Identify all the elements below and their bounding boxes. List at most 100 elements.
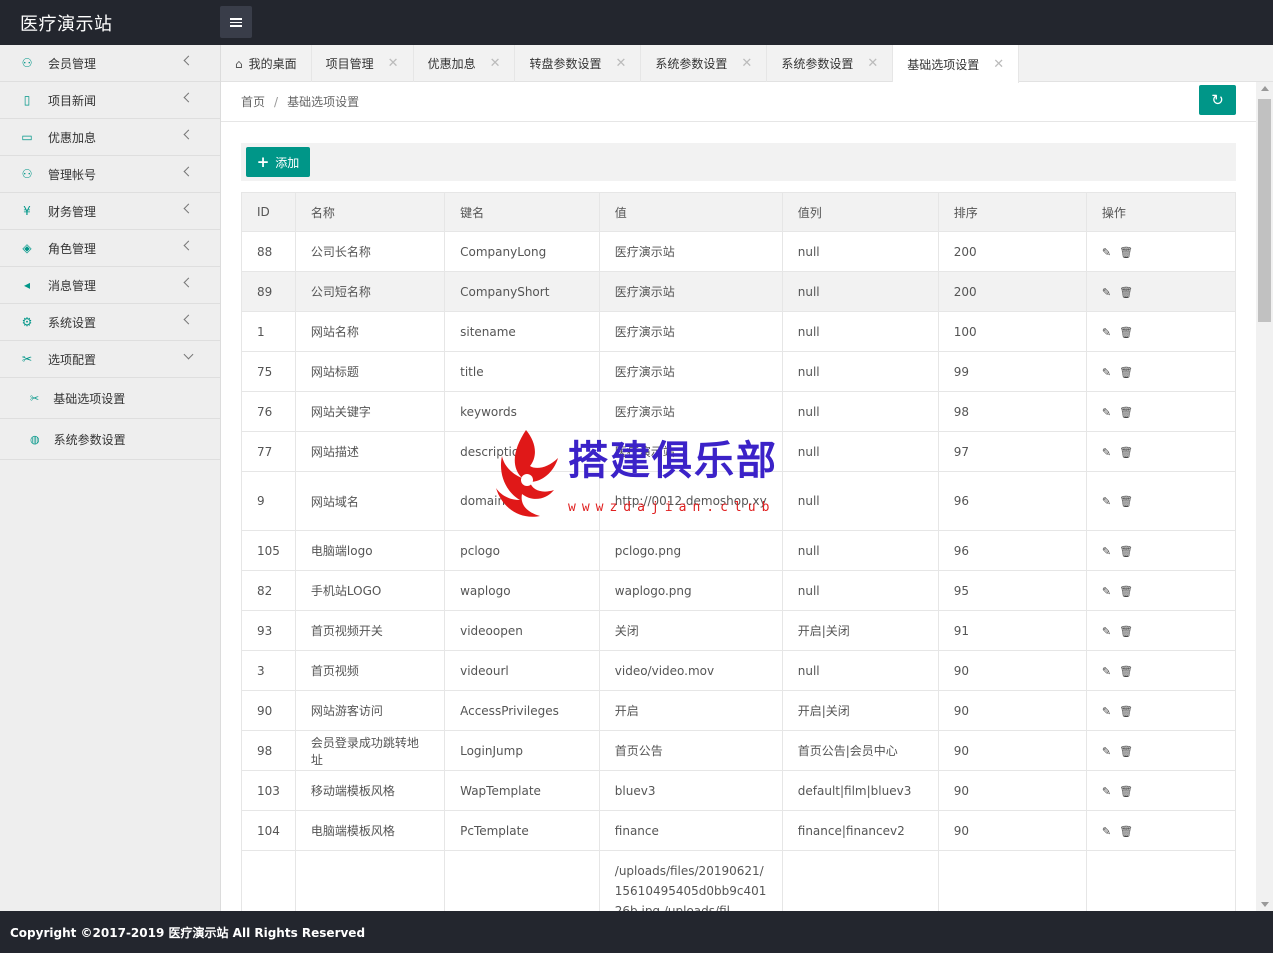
table-cell: 网站描述 <box>294 431 446 472</box>
sidebar-subitem-basic-options[interactable]: ✂ 基础选项设置 <box>0 378 220 419</box>
sidebar-subitem-system-params[interactable]: ◍ 系统参数设置 <box>0 419 220 460</box>
sidebar-item-news[interactable]: ▯ 项目新闻 <box>0 82 220 119</box>
delete-icon[interactable]: 🗑 <box>1119 585 1133 598</box>
add-button[interactable]: + 添加 <box>246 147 310 177</box>
globe-icon: ◍ <box>30 432 40 446</box>
table-cell: 82 <box>241 570 296 611</box>
edit-icon[interactable]: ✎ <box>1102 326 1111 339</box>
refresh-button[interactable]: ↻ <box>1199 85 1236 115</box>
sidebar-item-label: 优惠加息 <box>48 130 97 145</box>
table-cell: null <box>781 351 939 392</box>
table-cell: 开启 <box>598 690 783 731</box>
table-cell: waplogo <box>444 570 600 611</box>
delete-icon[interactable]: 🗑 <box>1119 326 1133 339</box>
edit-icon[interactable]: ✎ <box>1102 625 1111 638</box>
column-header: ID <box>241 192 296 232</box>
tab-basic-options[interactable]: 基础选项设置 ✕ <box>893 45 1020 83</box>
sidebar-item-accounts[interactable]: ⚇ 管理帐号 <box>0 156 220 193</box>
tab-system-params-1[interactable]: 系统参数设置 ✕ <box>641 45 768 82</box>
delete-icon[interactable]: 🗑 <box>1119 545 1133 558</box>
delete-icon[interactable]: 🗑 <box>1119 406 1133 419</box>
delete-icon[interactable]: 🗑 <box>1119 785 1133 798</box>
table-cell: 公司短名称 <box>294 271 446 312</box>
table-cell: 医疗演示站 <box>598 311 783 352</box>
table-cell: sitename <box>444 311 600 352</box>
sidebar-item-member[interactable]: ⚇ 会员管理 <box>0 45 220 82</box>
edit-icon[interactable]: ✎ <box>1102 495 1111 508</box>
tab-discount[interactable]: 优惠加息 ✕ <box>414 45 516 82</box>
sidebar-item-system[interactable]: ⚙ 系统设置 <box>0 304 220 341</box>
table-cell: null <box>781 231 939 272</box>
tab-desktop[interactable]: ⌂ 我的桌面 <box>221 45 312 82</box>
edit-icon[interactable]: ✎ <box>1102 585 1111 598</box>
tab-wheel-params[interactable]: 转盘参数设置 ✕ <box>515 45 642 82</box>
delete-icon[interactable]: 🗑 <box>1119 366 1133 379</box>
edit-icon[interactable]: ✎ <box>1102 406 1111 419</box>
sidebar-item-label: 系统设置 <box>48 315 97 330</box>
edit-icon[interactable]: ✎ <box>1102 745 1111 758</box>
delete-icon[interactable]: 🗑 <box>1119 705 1133 718</box>
close-icon[interactable]: ✕ <box>993 57 1004 72</box>
tab-system-params-2[interactable]: 系统参数设置 ✕ <box>767 45 894 82</box>
edit-icon[interactable]: ✎ <box>1102 366 1111 379</box>
table-cell: CompanyShort <box>444 271 600 312</box>
close-icon[interactable]: ✕ <box>867 56 878 71</box>
table-row: 93 首页视频开关 videoopen 关闭 开启|关闭 91 ✎ 🗑 <box>241 610 1237 651</box>
close-icon[interactable]: ✕ <box>616 56 627 71</box>
edit-icon[interactable]: ✎ <box>1102 825 1111 838</box>
edit-icon[interactable]: ✎ <box>1102 286 1111 299</box>
close-icon[interactable]: ✕ <box>490 56 501 71</box>
close-icon[interactable]: ✕ <box>741 56 752 71</box>
book-icon: ▯ <box>23 93 31 107</box>
table-cell: 关闭 <box>598 610 783 651</box>
edit-icon[interactable]: ✎ <box>1102 446 1111 459</box>
close-icon[interactable]: ✕ <box>388 56 399 71</box>
delete-icon[interactable]: 🗑 <box>1119 495 1133 508</box>
table-cell: title <box>444 351 600 392</box>
yen-icon: ¥ <box>23 204 31 218</box>
speaker-icon: ◂ <box>23 278 31 292</box>
edit-icon[interactable]: ✎ <box>1102 785 1111 798</box>
table-cell: AccessPrivileges <box>444 690 600 731</box>
scroll-down-arrow-icon[interactable] <box>1261 902 1269 907</box>
table-cell: /uploads/files/20190621/15610495405d0bb9… <box>598 850 783 911</box>
sidebar-item-finance[interactable]: ¥ 财务管理 <box>0 193 220 230</box>
image-icon: ▭ <box>21 130 33 144</box>
delete-icon[interactable]: 🗑 <box>1119 825 1133 838</box>
column-header: 操作 <box>1085 192 1237 232</box>
home-icon: ⌂ <box>235 56 243 71</box>
tab-label: 系统参数设置 <box>781 57 854 71</box>
delete-icon[interactable]: 🗑 <box>1119 625 1133 638</box>
watermark-text: 搭建俱乐部 <box>568 438 778 484</box>
column-header: 排序 <box>937 192 1087 232</box>
delete-icon[interactable]: 🗑 <box>1119 665 1133 678</box>
tab-label: 系统参数设置 <box>655 57 728 71</box>
table-cell: 90 <box>937 690 1087 731</box>
edit-icon[interactable]: ✎ <box>1102 545 1111 558</box>
delete-icon[interactable]: 🗑 <box>1119 446 1133 459</box>
sidebar-item-messages[interactable]: ◂ 消息管理 <box>0 267 220 304</box>
sidebar-item-options[interactable]: ✂ 选项配置 <box>0 341 220 378</box>
delete-icon[interactable]: 🗑 <box>1119 246 1133 259</box>
delete-icon[interactable]: 🗑 <box>1119 286 1133 299</box>
scrollbar-thumb[interactable] <box>1258 99 1271 322</box>
breadcrumb-home[interactable]: 首页 <box>241 95 265 109</box>
vertical-scrollbar[interactable] <box>1256 82 1273 911</box>
table-cell: 105 <box>241 530 296 571</box>
scroll-up-arrow-icon[interactable] <box>1261 86 1269 91</box>
shield-icon: ◈ <box>22 241 32 255</box>
menu-toggle-button[interactable] <box>220 6 252 38</box>
delete-icon[interactable]: 🗑 <box>1119 745 1133 758</box>
table-cell: 95 <box>937 570 1087 611</box>
sidebar-item-discount[interactable]: ▭ 优惠加息 <box>0 119 220 156</box>
table-cell-actions: ✎ 🗑 <box>1085 810 1237 851</box>
edit-icon[interactable]: ✎ <box>1102 246 1111 259</box>
table-cell: 90 <box>241 690 296 731</box>
edit-icon[interactable]: ✎ <box>1102 705 1111 718</box>
sidebar-item-roles[interactable]: ◈ 角色管理 <box>0 230 220 267</box>
chevron-left-icon <box>183 277 194 288</box>
table-cell: 200 <box>937 231 1087 272</box>
tab-project-management[interactable]: 项目管理 ✕ <box>312 45 414 82</box>
edit-icon[interactable]: ✎ <box>1102 665 1111 678</box>
table-cell: 3 <box>241 650 296 691</box>
